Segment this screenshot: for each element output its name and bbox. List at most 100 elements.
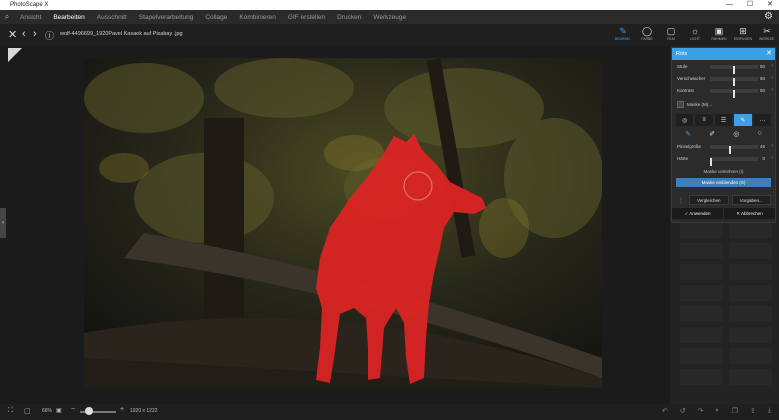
maximize-button[interactable]: ☐ bbox=[747, 0, 753, 10]
info-icon[interactable]: ⓘ bbox=[45, 29, 54, 42]
chevron-left-icon[interactable]: ‹ bbox=[22, 28, 26, 40]
close-icon[interactable]: ✕ bbox=[766, 48, 772, 60]
redo-icon[interactable]: ↷ bbox=[698, 407, 704, 415]
chevron-right-icon[interactable]: › bbox=[771, 75, 773, 81]
chevron-right-icon[interactable]: › bbox=[771, 155, 773, 161]
tab-kombinieren[interactable]: Kombinieren bbox=[233, 14, 282, 21]
fit-screen-icon[interactable]: ⛶ bbox=[8, 407, 13, 415]
presets-button[interactable]: Vorgaben... bbox=[731, 195, 771, 205]
chevron-right-icon[interactable]: › bbox=[771, 143, 773, 149]
chevron-right-icon[interactable]: › bbox=[33, 28, 37, 40]
original-icon[interactable]: ◐ bbox=[716, 407, 720, 415]
tool-einfuegen[interactable]: ⊞ EINFÜGEN bbox=[731, 24, 755, 46]
slider-stufe[interactable]: Stufe 50 › bbox=[672, 62, 775, 74]
status-bar: ⛶ ▢ 66% ▣ − + 1920 x 1222 ↶ ↺ ↷ ◐ ❐ ⇪ ⤓ bbox=[0, 404, 779, 420]
tab-drucken[interactable]: Drucken bbox=[331, 14, 367, 21]
tab-ausschnitt[interactable]: Ausschnitt bbox=[91, 14, 133, 21]
tool-film[interactable]: ▢ FILM bbox=[659, 24, 683, 46]
search-icon[interactable]: ⌕ bbox=[0, 12, 14, 22]
zoom-out-icon[interactable]: − bbox=[71, 406, 75, 413]
undo-all-icon[interactable]: ↺ bbox=[680, 407, 686, 415]
canvas-area[interactable]: › bbox=[0, 46, 670, 404]
slider-knob[interactable] bbox=[729, 146, 731, 154]
tab-ansicht[interactable]: Ansicht bbox=[14, 14, 47, 21]
mask-option[interactable]: Maske (M)... bbox=[672, 100, 775, 110]
slider-track[interactable] bbox=[710, 77, 758, 86]
tab-gif-erstellen[interactable]: GIF erstellen bbox=[282, 14, 331, 21]
tab-stapelverarbeitung[interactable]: Stapelverarbeitung bbox=[133, 14, 200, 21]
zoom-slider-knob[interactable] bbox=[85, 407, 93, 415]
menu-bar: ⌕ Ansicht Bearbeiten Ausschnitt Stapelve… bbox=[0, 10, 779, 24]
brush-tools-row: ✎ ✐ ◎ ○ bbox=[672, 130, 775, 140]
cancel-button[interactable]: ✕ Abbrechen bbox=[724, 208, 775, 219]
split-icon[interactable]: ⋮ bbox=[676, 195, 686, 205]
tab-bearbeiten[interactable]: Bearbeiten bbox=[47, 14, 90, 21]
tab-collage[interactable]: Collage bbox=[199, 14, 233, 21]
close-icon[interactable]: ✕ bbox=[8, 28, 17, 41]
circle-icon[interactable]: ○ bbox=[758, 130, 762, 140]
gear-icon[interactable]: ⚙ bbox=[764, 10, 773, 24]
close-window-button[interactable]: ✕ bbox=[767, 0, 773, 10]
expand-sidebar-handle[interactable]: › bbox=[0, 208, 6, 238]
tool-label: EINFÜGEN bbox=[733, 37, 753, 41]
tool-licht[interactable]: ☼ LICHT bbox=[683, 24, 707, 46]
slider-brush-size[interactable]: Pinselgröße 46 › bbox=[672, 142, 775, 154]
slider-track[interactable] bbox=[710, 157, 758, 166]
slider-track[interactable] bbox=[710, 65, 758, 74]
slider-track[interactable] bbox=[710, 89, 758, 98]
radial-icon[interactable]: ◎ bbox=[733, 130, 739, 140]
minimize-button[interactable]: — bbox=[726, 0, 733, 10]
copy-icon[interactable]: ❐ bbox=[732, 407, 738, 415]
slider-hardness[interactable]: Härte 0 › bbox=[672, 154, 775, 166]
more-icon[interactable]: … bbox=[753, 114, 772, 126]
tab-werkzeuge[interactable]: Werkzeuge bbox=[367, 14, 412, 21]
slider-knob[interactable] bbox=[733, 78, 735, 86]
tool-rahmen[interactable]: ▣ RAHMEN bbox=[707, 24, 731, 46]
lines-icon[interactable]: ☰ bbox=[714, 114, 733, 126]
tool-group: ✎ BEARBEI. ◯ FARBE ▢ FILM ☼ LICHT ▣ RAHM… bbox=[611, 24, 779, 46]
chevron-right-icon[interactable]: › bbox=[771, 63, 773, 69]
share-icon[interactable]: ⇪ bbox=[750, 407, 756, 415]
undo-icon[interactable]: ↶ bbox=[662, 407, 668, 415]
compare-button[interactable]: Vergleichen bbox=[689, 195, 729, 205]
zoom-fit-icon[interactable]: ▣ bbox=[56, 407, 62, 414]
dialog-header: Rötx ✕ bbox=[672, 48, 775, 60]
zoom-in-icon[interactable]: + bbox=[120, 406, 124, 413]
invert-mask-button[interactable]: Maske umkehren (I) bbox=[672, 167, 775, 176]
show-mask-button[interactable]: Maske einblenden (S) bbox=[676, 178, 771, 187]
brush-icon[interactable]: ✎ bbox=[734, 114, 752, 126]
paint-brush-icon[interactable]: ✎ bbox=[685, 130, 691, 140]
chevron-right-icon[interactable]: › bbox=[771, 87, 773, 93]
photo-canvas[interactable] bbox=[84, 58, 602, 388]
save-icon[interactable]: ⤓ bbox=[768, 407, 771, 415]
slider-verschwacher[interactable]: Verschwacher 50 › bbox=[672, 74, 775, 86]
slider-knob[interactable] bbox=[733, 66, 735, 74]
slider-kontrast[interactable]: Kontrast 50 › bbox=[672, 86, 775, 98]
filter-list-background bbox=[680, 222, 772, 402]
mask-label: Maske (M)... bbox=[687, 102, 713, 107]
eraser-brush-icon[interactable]: ✐ bbox=[709, 130, 715, 140]
zoom-level: 66% bbox=[42, 408, 53, 414]
slider-knob[interactable] bbox=[733, 90, 735, 98]
slider-label: Kontrast bbox=[677, 88, 694, 93]
slider-knob[interactable] bbox=[710, 158, 712, 166]
slider-label: Stufe bbox=[677, 64, 688, 69]
slider-track[interactable] bbox=[710, 145, 758, 154]
actual-size-icon[interactable]: ▢ bbox=[24, 407, 31, 415]
title-bar: PhotoScape X — ☐ ✕ bbox=[0, 0, 779, 10]
target-icon[interactable]: ◎ bbox=[676, 114, 694, 126]
tool-werkzeuge[interactable]: ✂ WERKZE. bbox=[755, 24, 779, 46]
insert-icon: ⊞ bbox=[739, 25, 747, 36]
slider-value: 0 bbox=[762, 156, 765, 161]
brush-icon: ✎ bbox=[619, 25, 627, 36]
mask-checkbox[interactable] bbox=[677, 101, 684, 108]
slider-value: 50 bbox=[759, 88, 765, 93]
apply-button[interactable]: ✓ Anwenden bbox=[672, 208, 723, 219]
mask-mode-row: ◎ ≡ ☰ ✎ … bbox=[672, 114, 775, 126]
tool-bearbeiten[interactable]: ✎ BEARBEI. bbox=[611, 24, 635, 46]
tool-farbe[interactable]: ◯ FARBE bbox=[635, 24, 659, 46]
filter-icon[interactable]: ≡ bbox=[695, 114, 713, 126]
tool-label: FILM bbox=[667, 37, 675, 41]
tool-label: RAHMEN bbox=[711, 37, 727, 41]
slider-label: Härte bbox=[677, 156, 689, 161]
